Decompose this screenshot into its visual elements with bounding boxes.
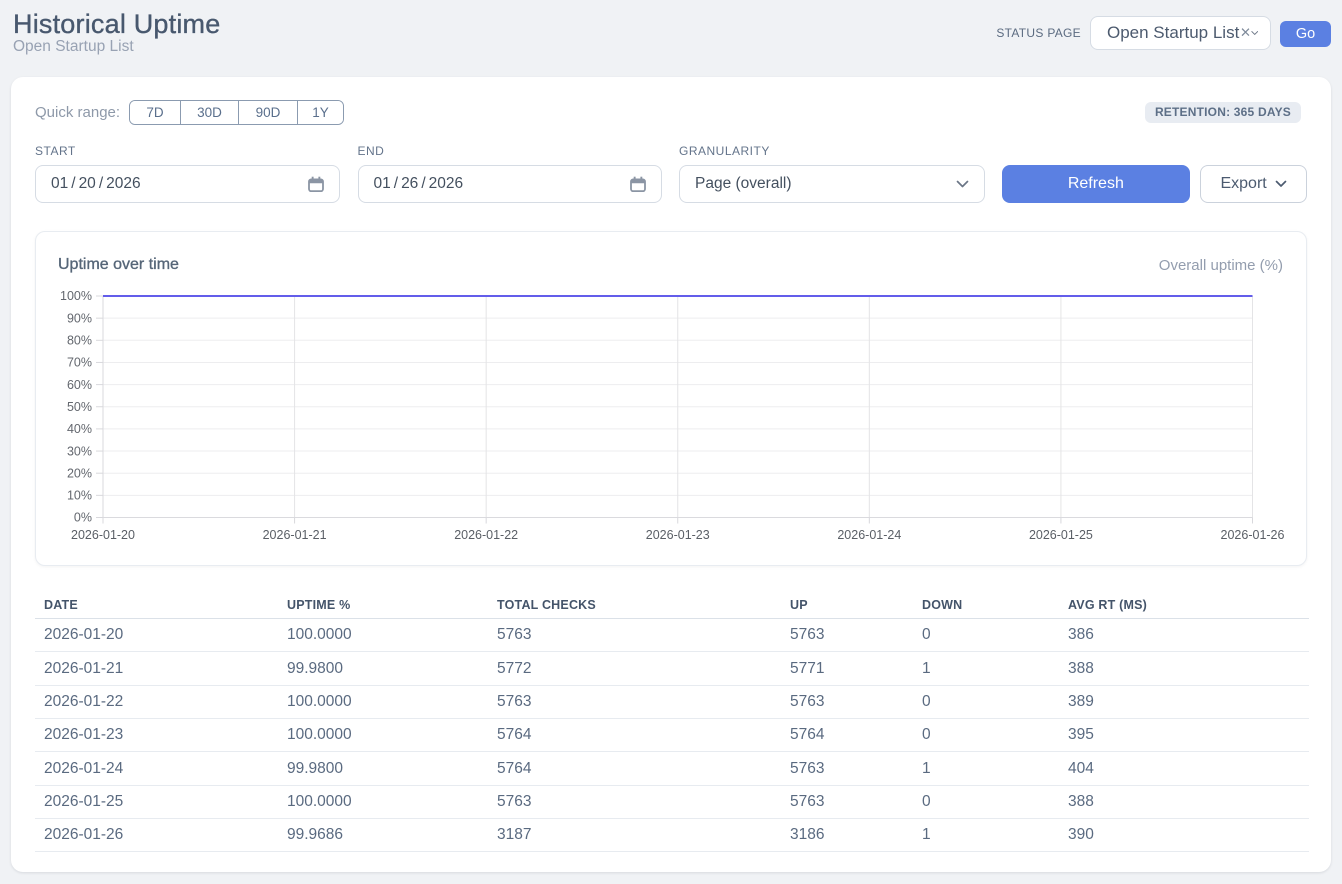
svg-text:2026-01-20: 2026-01-20	[71, 528, 135, 542]
svg-text:2026-01-24: 2026-01-24	[837, 528, 901, 542]
svg-text:20%: 20%	[67, 466, 92, 480]
svg-text:2026-01-21: 2026-01-21	[263, 528, 327, 542]
svg-text:80%: 80%	[67, 334, 92, 348]
svg-text:90%: 90%	[67, 311, 92, 325]
svg-text:40%: 40%	[67, 422, 92, 436]
svg-text:2026-01-25: 2026-01-25	[1029, 528, 1093, 542]
svg-text:100%: 100%	[60, 289, 92, 303]
svg-text:60%: 60%	[67, 378, 92, 392]
svg-text:10%: 10%	[67, 489, 92, 503]
svg-text:50%: 50%	[67, 400, 92, 414]
svg-text:2026-01-26: 2026-01-26	[1221, 528, 1285, 542]
svg-text:30%: 30%	[67, 444, 92, 458]
svg-text:2026-01-22: 2026-01-22	[454, 528, 518, 542]
svg-text:2026-01-23: 2026-01-23	[646, 528, 710, 542]
svg-text:0%: 0%	[74, 511, 92, 525]
svg-text:70%: 70%	[67, 356, 92, 370]
